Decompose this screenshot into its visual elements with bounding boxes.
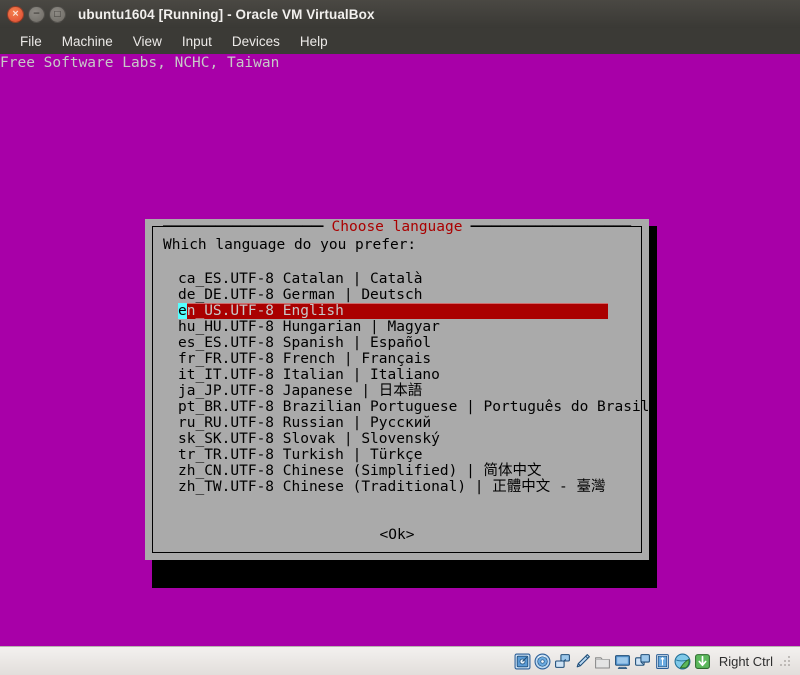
status-icon-group <box>514 653 711 670</box>
dialog-prompt: Which language do you prefer: <box>163 237 416 253</box>
shared-folder-icon[interactable] <box>594 653 611 670</box>
usb-icon[interactable] <box>574 653 591 670</box>
dialog-border: ──────────────────────── ───────────────… <box>152 226 642 553</box>
language-list-item[interactable]: pt_BR.UTF-8 Brazilian Portuguese | Portu… <box>153 399 641 415</box>
resize-grip[interactable] <box>779 655 792 668</box>
language-list-item[interactable]: zh_TW.UTF-8 Chinese (Traditional) | 正體中文… <box>153 479 641 495</box>
language-list-item-label: zh_CN.UTF-8 Chinese (Simplified) | 简体中文 <box>178 463 542 479</box>
menu-item-help[interactable]: Help <box>290 32 338 51</box>
close-icon: × <box>12 10 20 19</box>
language-list-item[interactable]: ca_ES.UTF-8 Catalan | Català <box>153 271 641 287</box>
language-list-item[interactable]: de_DE.UTF-8 German | Deutsch <box>153 287 641 303</box>
statusbar: Right Ctrl <box>0 646 800 675</box>
language-list-item[interactable]: es_ES.UTF-8 Spanish | Español <box>153 335 641 351</box>
console-banner-text: Free Software Labs, NCHC, Taiwan <box>0 55 279 71</box>
language-list-item-label: es_ES.UTF-8 Spanish | Español <box>178 335 431 351</box>
language-list-item-label: hu_HU.UTF-8 Hungarian | Magyar <box>178 319 440 335</box>
language-list-item-label: ca_ES.UTF-8 Catalan | Català <box>178 271 422 287</box>
network-icon[interactable] <box>554 653 571 670</box>
vm-display[interactable]: Free Software Labs, NCHC, Taiwan ───────… <box>0 54 800 646</box>
language-list-item[interactable]: hu_HU.UTF-8 Hungarian | Magyar <box>153 319 641 335</box>
language-list-item-label: it_IT.UTF-8 Italian | Italiano <box>178 367 440 383</box>
window-controls: × − □ <box>0 6 66 23</box>
hard-disk-icon[interactable] <box>514 653 531 670</box>
dialog-title: Choose language <box>324 220 471 235</box>
menu-item-devices[interactable]: Devices <box>222 32 290 51</box>
video-capture-icon[interactable] <box>654 653 671 670</box>
remote-desktop-icon[interactable] <box>674 653 691 670</box>
language-list-item[interactable]: it_IT.UTF-8 Italian | Italiano <box>153 367 641 383</box>
language-list-item[interactable]: tr_TR.UTF-8 Turkish | Türkçe <box>153 447 641 463</box>
text-cursor: e <box>178 303 187 319</box>
language-list-item[interactable]: sk_SK.UTF-8 Slovak | Slovenský <box>153 431 641 447</box>
mouse-integration-icon[interactable] <box>694 653 711 670</box>
virtualbox-window: × − □ ubuntu1604 [Running] - Oracle VM V… <box>0 0 800 675</box>
language-list-item-label: tr_TR.UTF-8 Turkish | Türkçe <box>178 447 422 463</box>
language-list-item-label: pt_BR.UTF-8 Brazilian Portuguese | Portu… <box>178 399 649 415</box>
optical-disk-icon[interactable] <box>534 653 551 670</box>
menu-item-input[interactable]: Input <box>172 32 222 51</box>
language-list-item-label: ja_JP.UTF-8 Japanese | 日本語 <box>178 383 422 399</box>
language-list-item[interactable]: ja_JP.UTF-8 Japanese | 日本語 <box>153 383 641 399</box>
maximize-icon: □ <box>54 10 62 18</box>
minimize-icon: − <box>33 10 41 19</box>
language-list[interactable]: ca_ES.UTF-8 Catalan | Catalàde_DE.UTF-8 … <box>153 271 641 495</box>
menu-item-file[interactable]: File <box>10 32 52 51</box>
menu-item-view[interactable]: View <box>123 32 172 51</box>
language-list-item-label: sk_SK.UTF-8 Slovak | Slovenský <box>178 431 440 447</box>
language-list-item[interactable]: zh_CN.UTF-8 Chinese (Simplified) | 简体中文 <box>153 463 641 479</box>
language-list-item-label: de_DE.UTF-8 German | Deutsch <box>178 287 422 303</box>
minimize-button[interactable]: − <box>28 6 45 23</box>
maximize-button[interactable]: □ <box>49 6 66 23</box>
menubar: File Machine View Input Devices Help <box>0 28 800 54</box>
display-icon[interactable] <box>614 653 631 670</box>
close-button[interactable]: × <box>7 6 24 23</box>
language-list-item[interactable]: ru_RU.UTF-8 Russian | Русский <box>153 415 641 431</box>
language-list-item[interactable]: en_US.UTF-8 English <box>153 303 641 319</box>
host-key-label: Right Ctrl <box>719 654 773 669</box>
language-list-item-label: zh_TW.UTF-8 Chinese (Traditional) | 正體中文… <box>178 479 605 495</box>
menu-item-machine[interactable]: Machine <box>52 32 123 51</box>
language-list-item-label: fr_FR.UTF-8 French | Français <box>178 351 431 367</box>
ok-button[interactable]: <Ok> <box>153 527 641 543</box>
choose-language-dialog: ──────────────────────── ───────────────… <box>145 219 649 560</box>
language-list-item-label: en_US.UTF-8 English <box>178 303 344 319</box>
shared-clipboard-icon[interactable] <box>634 653 651 670</box>
window-titlebar: × − □ ubuntu1604 [Running] - Oracle VM V… <box>0 0 800 28</box>
language-list-item-label: ru_RU.UTF-8 Russian | Русский <box>178 415 431 431</box>
language-list-item[interactable]: fr_FR.UTF-8 French | Français <box>153 351 641 367</box>
window-title: ubuntu1604 [Running] - Oracle VM Virtual… <box>78 7 375 22</box>
